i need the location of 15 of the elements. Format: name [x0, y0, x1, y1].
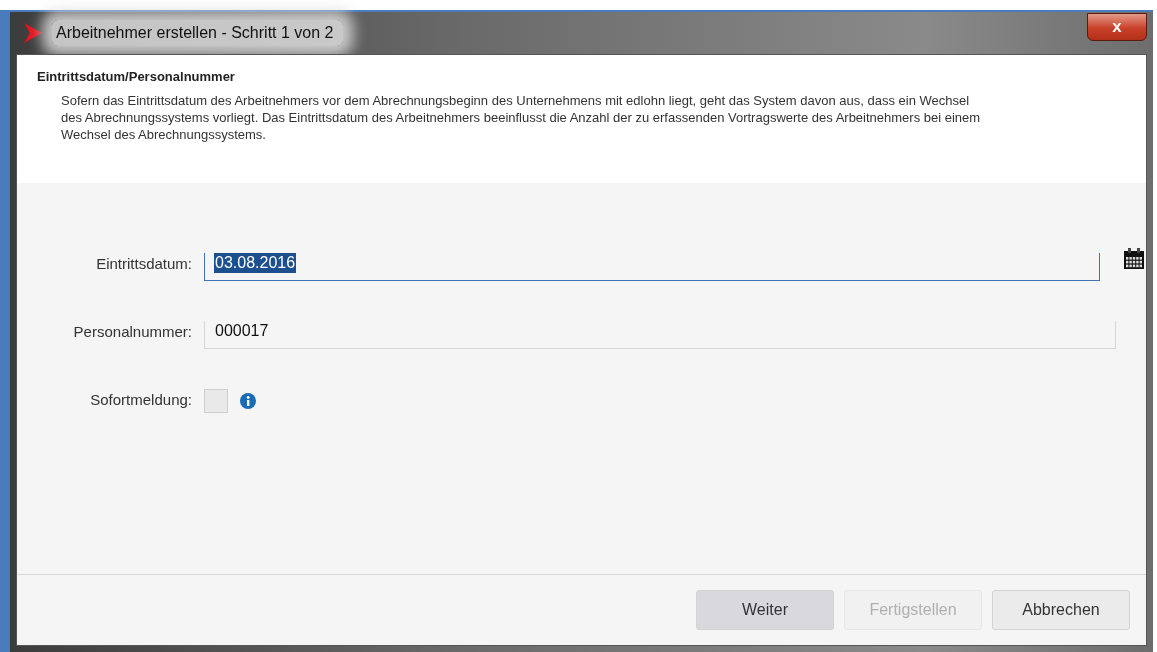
checkbox[interactable]	[204, 389, 228, 413]
section-title: Eintrittsdatum/Personalnummer	[37, 69, 236, 84]
calendar-icon[interactable]	[1122, 247, 1146, 271]
section-description: Sofern das Eintrittsdatum des Arbeitnehmers vor dem Abrechnungsbeginn des Unternehmens mit edlohn liegt, geht das System davon aus, dass ein Wechsel des Abrechnungssystems vorliegt. Das Eintrittsdatum des Arbeitnehmers beeinflusst die Anzahl der zu erfassenden Vortragswerte des Arbeitnehmers bei einem Wechsel des Abrechnungssystems.	[61, 92, 981, 143]
close-button[interactable]: x	[1087, 13, 1147, 41]
logo-icon	[22, 22, 44, 44]
field-label: Eintrittsdatum:	[95, 254, 192, 272]
field-label: Sofortmeldung:	[89, 390, 192, 408]
input-field[interactable]: 000017	[204, 321, 1116, 349]
window-title: Arbeitnehmer erstellen - Schritt 1 von 2	[52, 20, 344, 46]
field-label: Personalnummer:	[72, 322, 192, 340]
date-field[interactable]: 03.08.2016	[204, 253, 1100, 281]
dialog-button[interactable]: Abbrechen	[992, 590, 1130, 630]
dialog-button[interactable]: Weiter	[696, 590, 834, 630]
info-icon[interactable]	[240, 393, 256, 409]
